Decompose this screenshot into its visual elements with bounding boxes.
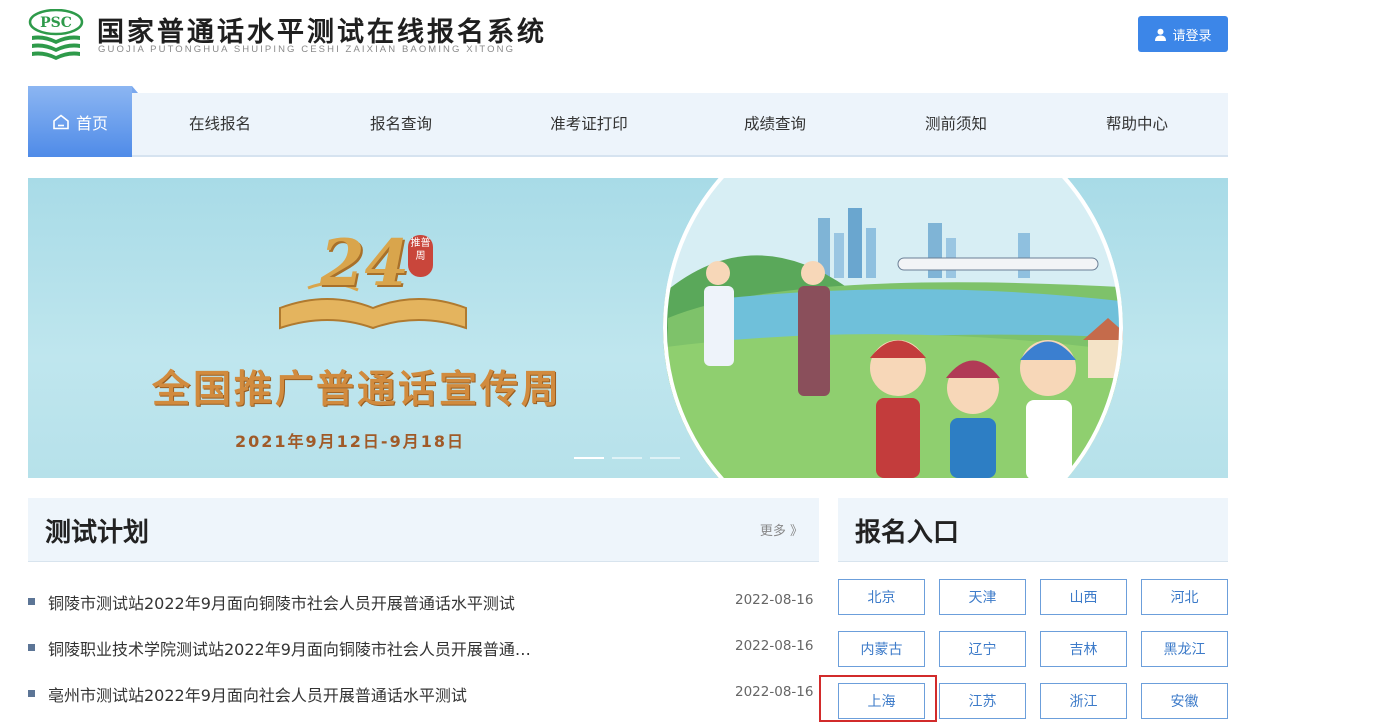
- svg-text:PSC: PSC: [40, 15, 72, 31]
- province-button-jilin[interactable]: 吉林: [1040, 631, 1127, 667]
- province-button-heilongjiang[interactable]: 黑龙江: [1141, 631, 1228, 667]
- user-icon: [1155, 28, 1167, 41]
- nav-home[interactable]: 首页: [28, 86, 138, 157]
- login-label: 请登录: [1172, 28, 1212, 44]
- nav-admission-print[interactable]: 准考证打印: [529, 93, 649, 155]
- plan-item-link[interactable]: 铜陵市测试站2022年9月面向铜陵市社会人员开展普通话水平测试: [48, 590, 538, 614]
- plan-item-date: 2022-08-16: [735, 684, 814, 700]
- province-button-jiangsu[interactable]: 江苏: [939, 683, 1026, 719]
- site-subtitle: GUOJIA PUTONGHUA SHUIPING CESHI ZAIXIAN …: [98, 44, 516, 55]
- psc-logo: PSC: [28, 9, 84, 60]
- nav-score-query[interactable]: 成绩查询: [723, 93, 827, 155]
- province-button-tianjin[interactable]: 天津: [939, 579, 1026, 615]
- province-button-shanxi[interactable]: 山西: [1040, 579, 1127, 615]
- province-button-hebei[interactable]: 河北: [1141, 579, 1228, 615]
- banner-week-number: 24: [320, 226, 410, 301]
- plan-item-link[interactable]: 铜陵职业技术学院测试站2022年9月面向铜陵市社会人员开展普通话水平测试: [48, 636, 538, 660]
- list-item: 铜陵市测试站2022年9月面向铜陵市社会人员开展普通话水平测试 2022-08-…: [28, 588, 813, 616]
- banner-illustration: [279, 178, 1123, 478]
- province-button-zhejiang[interactable]: 浙江: [1040, 683, 1127, 719]
- slider-indicators: [574, 457, 680, 459]
- plan-item-date: 2022-08-16: [735, 638, 814, 654]
- province-button-neimenggu[interactable]: 内蒙古: [838, 631, 925, 667]
- province-button-liaoning[interactable]: 辽宁: [939, 631, 1026, 667]
- plan-item-date: 2022-08-16: [735, 592, 814, 608]
- bullet-icon: [28, 690, 35, 697]
- province-button-beijing[interactable]: 北京: [838, 579, 925, 615]
- list-item: 铜陵职业技术学院测试站2022年9月面向铜陵市社会人员开展普通话水平测试 202…: [28, 634, 813, 662]
- list-item: 亳州市测试站2022年9月面向社会人员开展普通话水平测试 2022-08-16: [28, 680, 813, 708]
- login-button[interactable]: 请登录: [1138, 16, 1228, 52]
- nav-pretest-notice[interactable]: 测前须知: [904, 93, 1008, 155]
- banner-date: 2021年9月12日-9月18日: [235, 432, 465, 451]
- nav-registration-query[interactable]: 报名查询: [349, 93, 453, 155]
- test-plan-header: 测试计划 更多 》: [28, 498, 819, 562]
- registration-entry-title: 报名入口: [855, 518, 960, 548]
- nav-help-center[interactable]: 帮助中心: [1085, 93, 1189, 155]
- banner-title: 全国推广普通话宣传周: [152, 366, 563, 411]
- registration-entry-header: 报名入口: [838, 498, 1228, 562]
- banner-badge: 推普周: [408, 235, 433, 277]
- bullet-icon: [28, 598, 35, 605]
- bullet-icon: [28, 644, 35, 651]
- slider-dot-2[interactable]: [612, 457, 642, 459]
- test-plan-title: 测试计划: [45, 518, 150, 548]
- banner-carousel[interactable]: 24 推普周 全国推广普通话宣传周 2021年9月12日-9月18日: [28, 178, 1228, 478]
- slider-dot-3[interactable]: [650, 457, 680, 459]
- province-button-anhui[interactable]: 安徽: [1141, 683, 1228, 719]
- header: PSC 国家普通话水平测试在线报名系统 GUOJIA PUTONGHUA SHU…: [0, 0, 1396, 80]
- selection-highlight: [819, 675, 937, 722]
- home-icon: [53, 113, 69, 129]
- nav-online-registration[interactable]: 在线报名: [168, 93, 272, 155]
- plan-item-link[interactable]: 亳州市测试站2022年9月面向社会人员开展普通话水平测试: [48, 682, 538, 706]
- slider-dot-1[interactable]: [574, 457, 604, 459]
- nav-home-label: 首页: [75, 113, 108, 133]
- main-nav: 首页 在线报名 报名查询 准考证打印 成绩查询 测前须知 帮助中心: [28, 86, 1228, 157]
- more-link[interactable]: 更多 》: [760, 520, 803, 539]
